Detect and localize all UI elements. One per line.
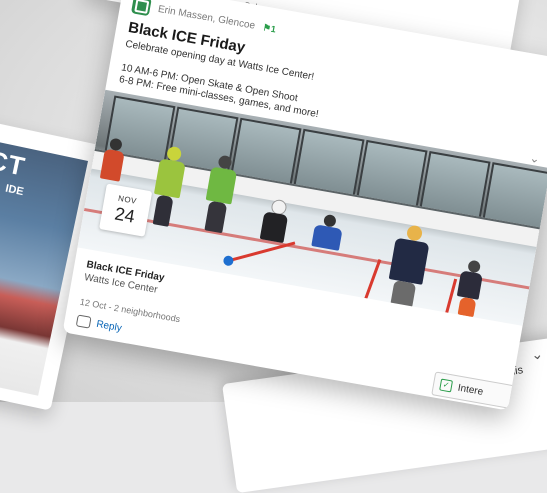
hockey-stick bbox=[226, 241, 296, 263]
comment-icon bbox=[75, 314, 92, 329]
reply-button[interactable]: Reply bbox=[75, 314, 123, 334]
hockey-stick bbox=[361, 259, 382, 308]
skater-legs bbox=[204, 200, 228, 234]
skater-legs bbox=[457, 296, 477, 318]
skater bbox=[205, 166, 238, 205]
neighborhood-badge: ⚑1 bbox=[262, 21, 277, 34]
chevron-down-icon[interactable]: ⌄ bbox=[530, 345, 544, 363]
badge-count: 1 bbox=[270, 23, 277, 34]
skater-legs bbox=[390, 279, 417, 308]
skater bbox=[99, 148, 125, 182]
calendar-icon bbox=[130, 0, 152, 17]
skater-legs bbox=[152, 194, 174, 227]
interested-label: Intere bbox=[456, 382, 485, 398]
event-date-badge: NOV 24 bbox=[99, 183, 153, 237]
ball bbox=[222, 254, 235, 267]
reply-label: Reply bbox=[95, 318, 123, 334]
check-icon: ✓ bbox=[439, 378, 454, 393]
skater bbox=[456, 270, 483, 300]
skater bbox=[388, 237, 430, 285]
hockey-stick bbox=[442, 278, 458, 322]
skater bbox=[153, 158, 186, 199]
skater bbox=[259, 211, 289, 244]
skater bbox=[311, 224, 343, 251]
